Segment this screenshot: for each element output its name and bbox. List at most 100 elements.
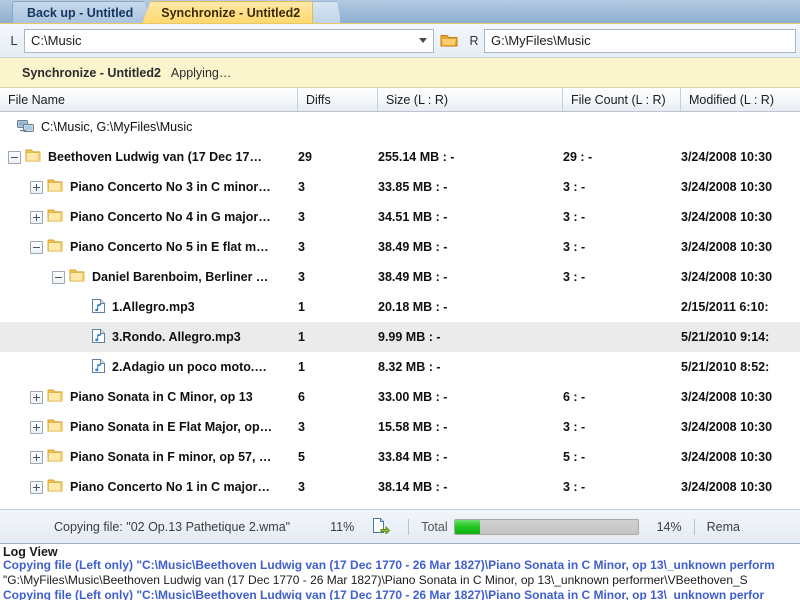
- table-row[interactable]: Piano Sonata in F minor, op 57, … 5 33.84 …: [0, 442, 800, 472]
- tree-row-modified: 5/21/2010 8:52:: [681, 360, 770, 374]
- log-line: Copying file (Left only) "C:\Music\Beeth…: [3, 558, 775, 572]
- log-line: "G:\MyFiles\Music\Beethoven Ludwig van (…: [3, 573, 748, 587]
- tree-row-diffs: 6: [298, 390, 305, 404]
- tree-row-size: 33.84 MB : -: [378, 450, 448, 464]
- tree-row-modified: 3/24/2008 10:30: [681, 390, 773, 404]
- right-path-combo[interactable]: [484, 28, 796, 53]
- tree-row-size: 20.18 MB : -: [378, 300, 448, 314]
- tree-row-label: 2.Adagio un poco moto.…: [112, 360, 267, 374]
- music-file-icon: [91, 358, 106, 377]
- app-window: Back up - Untitled Synchronize - Untitle…: [0, 0, 800, 600]
- tree-row-size: 33.00 MB : -: [378, 390, 448, 404]
- tree-row-label: Piano Concerto No 1 in C major…: [70, 480, 271, 494]
- operation-state: Applying…: [170, 65, 232, 80]
- expand-icon[interactable]: [30, 210, 43, 224]
- tree-row-modified: 3/24/2008 10:30: [681, 420, 773, 434]
- tab-backup[interactable]: Back up - Untitled: [12, 1, 153, 23]
- collapse-icon[interactable]: [8, 150, 21, 164]
- operation-title: Synchronize - Untitled2: [22, 65, 161, 80]
- expand-icon[interactable]: [30, 390, 43, 404]
- left-side-label: L: [10, 33, 18, 48]
- log-view-title: Log View: [0, 544, 800, 559]
- table-row[interactable]: Piano Concerto No 3 in C minor… 3 33.85 MB…: [0, 172, 800, 202]
- tree-row-label: 3.Rondo. Allegro.mp3: [112, 330, 241, 344]
- table-row[interactable]: Beethoven Ludwig van (17 Dec 17… 29 255.14…: [0, 142, 800, 172]
- tree-row-size: 38.49 MB : -: [378, 270, 448, 284]
- tree-row-label: Piano Concerto No 4 in G major…: [70, 210, 271, 224]
- tree-row-modified: 2/15/2011 6:10:: [681, 300, 769, 314]
- tree-row-size: 9.99 MB : -: [378, 330, 441, 344]
- tree-row-name-cell: Piano Concerto No 5 in E flat m…: [0, 238, 298, 256]
- collapse-icon[interactable]: [52, 270, 65, 284]
- copying-file-text: Copying file: "02 Op.13 Pathetique 2.wma…: [54, 519, 291, 534]
- collapse-icon[interactable]: [30, 240, 43, 254]
- tree-row-name-cell: Piano Sonata in F minor, op 57, …: [0, 448, 298, 466]
- table-row[interactable]: Piano Sonata in E Flat Major, op… 3 15.58 …: [0, 412, 800, 442]
- log-view-panel[interactable]: Log View Copying file (Left only) "C:\Mu…: [0, 543, 800, 600]
- tab-synchronize-label: Synchronize - Untitled2: [161, 5, 301, 20]
- tree-row-diffs: 3: [298, 270, 305, 284]
- tree-row-size: 34.51 MB : -: [378, 210, 448, 224]
- file-tree[interactable]: C:\Music, G:\MyFiles\Music Beethoven Lud…: [0, 112, 800, 509]
- expand-icon[interactable]: [30, 450, 43, 464]
- tree-row-file-count: 29 : -: [563, 150, 593, 164]
- chevron-down-icon[interactable]: [413, 30, 433, 52]
- tab-synchronize[interactable]: Synchronize - Untitled2: [142, 1, 314, 23]
- right-path-input[interactable]: [485, 29, 795, 52]
- tree-row-size: 255.14 MB : -: [378, 150, 455, 164]
- music-file-icon: [91, 298, 106, 317]
- table-row[interactable]: Piano Concerto No 1 in C major… 3 38.14 MB…: [0, 472, 800, 502]
- expand-icon[interactable]: [30, 180, 43, 194]
- column-header-modified[interactable]: Modified (L : R): [681, 88, 800, 111]
- left-path-input[interactable]: [25, 29, 413, 52]
- tree-row-label: Piano Sonata in E Flat Major, op…: [70, 420, 273, 434]
- tree-root-row[interactable]: C:\Music, G:\MyFiles\Music: [0, 112, 800, 142]
- operation-status-bar: Synchronize - Untitled2 Applying…: [0, 58, 800, 88]
- tree-row-label: 1.Allegro.mp3: [112, 300, 195, 314]
- tree-row-label: Piano Sonata in C Minor, op 13: [70, 390, 253, 404]
- tree-row-diffs: 3: [298, 180, 305, 194]
- tree-row-diffs: 3: [298, 420, 305, 434]
- copy-file-icon[interactable]: [372, 517, 391, 537]
- log-line: Copying file (Left only) "C:\Music\Beeth…: [3, 588, 765, 600]
- folder-icon: [47, 478, 64, 496]
- tree-row-label: Piano Concerto No 3 in C minor…: [70, 180, 271, 194]
- tab-strip-filler: [341, 0, 800, 23]
- expand-icon[interactable]: [30, 420, 43, 434]
- path-bar: L R: [0, 24, 800, 58]
- table-row[interactable]: Piano Concerto No 4 in G major… 3 34.51 MB…: [0, 202, 800, 232]
- tree-row-modified: 3/24/2008 10:30: [681, 210, 773, 224]
- tree-row-diffs: 3: [298, 210, 305, 224]
- left-path-combo[interactable]: [24, 28, 434, 53]
- tree-row-label: Piano Sonata in F minor, op 57, …: [70, 450, 272, 464]
- table-row[interactable]: Piano Concerto No 5 in E flat m… 3 38.49 M…: [0, 232, 800, 262]
- tree-row-size: 33.85 MB : -: [378, 180, 448, 194]
- column-header-size[interactable]: Size (L : R): [378, 88, 563, 111]
- tree-row-name-cell: 3.Rondo. Allegro.mp3: [0, 328, 298, 347]
- tree-row-modified: 3/24/2008 10:30: [681, 180, 773, 194]
- tree-row-diffs: 1: [298, 330, 305, 344]
- right-side-label: R: [469, 33, 479, 48]
- expand-icon[interactable]: [30, 480, 43, 494]
- table-row[interactable]: 2.Adagio un poco moto.… 1 8.32 MB : - 5/21/…: [0, 352, 800, 382]
- table-row[interactable]: 1.Allegro.mp3 1 20.18 MB : - 2/15/2011 6:10…: [0, 292, 800, 322]
- tree-row-label: Daniel Barenboim, Berliner …: [92, 270, 269, 284]
- tree-row-modified: 3/24/2008 10:30: [681, 480, 773, 494]
- folder-icon: [47, 418, 64, 436]
- tab-new-placeholder[interactable]: [311, 1, 342, 23]
- column-header-file-count[interactable]: File Count (L : R): [563, 88, 681, 111]
- copying-file-percent: 11%: [330, 519, 355, 534]
- table-row[interactable]: Daniel Barenboim, Berliner … 3 38.49 MB : …: [0, 262, 800, 292]
- column-header-diffs[interactable]: Diffs: [298, 88, 378, 111]
- tree-row-size: 8.32 MB : -: [378, 360, 441, 374]
- tree-row-file-count: 3 : -: [563, 420, 586, 434]
- folder-icon: [47, 238, 64, 256]
- column-header-file-name[interactable]: File Name: [0, 88, 298, 111]
- folder-icon: [69, 268, 86, 286]
- tree-row-diffs: 1: [298, 300, 305, 314]
- tree-row-file-count: 3 : -: [563, 240, 586, 254]
- tree-row-size: 15.58 MB : -: [378, 420, 448, 434]
- table-row[interactable]: 3.Rondo. Allegro.mp3 1 9.99 MB : - 5/21/201…: [0, 322, 800, 352]
- folder-icon[interactable]: [436, 29, 462, 53]
- table-row[interactable]: Piano Sonata in C Minor, op 13 6 33.00 MB …: [0, 382, 800, 412]
